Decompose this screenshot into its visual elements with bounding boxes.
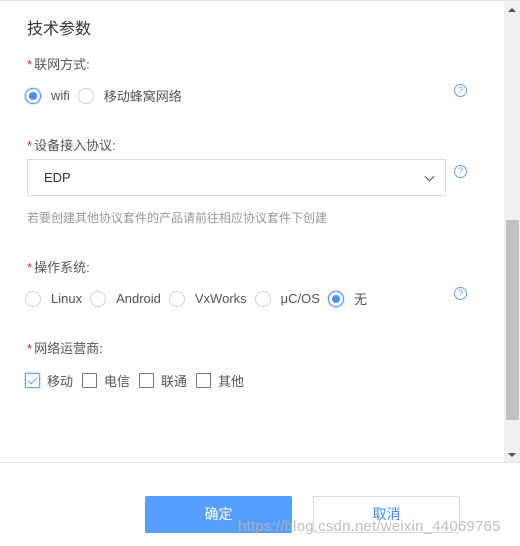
- radio-linux[interactable]: [25, 290, 41, 307]
- checkbox-other-label[interactable]: 其他: [218, 371, 244, 390]
- os-label: * 操作系统:: [27, 260, 90, 275]
- question-circle-icon[interactable]: ?: [454, 165, 467, 178]
- required-mark: *: [27, 57, 33, 72]
- watermark: https://blog.csdn.net/weixin_44069765: [238, 518, 501, 535]
- radio-cellular-label[interactable]: 移动蜂窝网络: [104, 86, 182, 105]
- radio-cellular[interactable]: [77, 87, 94, 104]
- section-title: 技术参数: [27, 21, 92, 38]
- network-mode-group: wifi 移动蜂窝网络: [25, 86, 190, 105]
- checkbox-mobile[interactable]: [25, 373, 40, 388]
- scroll-down-arrow-icon[interactable]: [508, 453, 516, 457]
- os-group: Linux Android VxWorks μC/OS 无: [25, 289, 375, 308]
- network-mode-label: * 联网方式:: [27, 57, 90, 72]
- radio-ucos-label[interactable]: μC/OS: [281, 291, 320, 306]
- chevron-down-icon: [424, 171, 435, 182]
- footer-divider: [0, 462, 520, 463]
- scroll-up-arrow-icon[interactable]: [508, 8, 516, 12]
- radio-ucos[interactable]: [254, 290, 271, 307]
- protocol-select[interactable]: EDP: [27, 159, 446, 196]
- checkbox-unicom-label[interactable]: 联通: [161, 371, 187, 390]
- question-circle-icon[interactable]: ?: [454, 84, 467, 97]
- carrier-group: 移动 电信 联通 其他: [25, 371, 253, 390]
- protocol-hint: 若要创建其他协议套件的产品请前往相应协议套件下创建: [27, 211, 328, 225]
- question-circle-icon[interactable]: ?: [454, 287, 467, 300]
- radio-vxworks-label[interactable]: VxWorks: [195, 291, 247, 306]
- radio-none-label[interactable]: 无: [354, 289, 367, 308]
- scrollbar-thumb[interactable]: [506, 220, 519, 420]
- radio-wifi-label[interactable]: wifi: [51, 88, 70, 103]
- radio-linux-label[interactable]: Linux: [51, 291, 82, 306]
- vertical-scrollbar[interactable]: [504, 1, 520, 463]
- radio-wifi[interactable]: [25, 87, 41, 104]
- radio-none[interactable]: [327, 290, 344, 307]
- required-mark: *: [27, 341, 33, 356]
- radio-android[interactable]: [90, 290, 107, 307]
- checkbox-telecom-label[interactable]: 电信: [104, 371, 130, 390]
- radio-android-label[interactable]: Android: [116, 291, 161, 306]
- checkbox-unicom[interactable]: [139, 373, 155, 388]
- checkbox-telecom[interactable]: [82, 373, 98, 388]
- carrier-label: * 网络运营商:: [27, 341, 103, 356]
- checkbox-mobile-label[interactable]: 移动: [47, 371, 73, 390]
- radio-vxworks[interactable]: [168, 290, 185, 307]
- form-content: 技术参数 * 联网方式: wifi 移动蜂窝网络 ? * 设备接入协议: EDP ?…: [0, 1, 504, 463]
- required-mark: *: [27, 260, 33, 275]
- form-scroll-area: 技术参数 * 联网方式: wifi 移动蜂窝网络 ? * 设备接入协议: EDP ?…: [0, 1, 520, 463]
- checkbox-other[interactable]: [196, 373, 212, 388]
- protocol-select-value: EDP: [44, 170, 71, 185]
- required-mark: *: [27, 138, 33, 153]
- protocol-label: * 设备接入协议:: [27, 138, 116, 153]
